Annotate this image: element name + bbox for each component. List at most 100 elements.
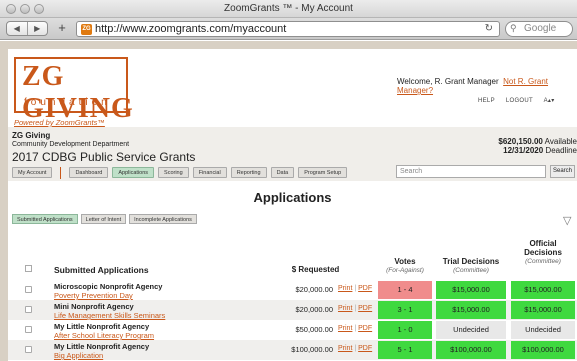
row-links: Print | PDF (338, 345, 372, 352)
welcome-text: Welcome, R. Grant Manager (397, 77, 499, 86)
row-trial-decision[interactable]: $100,000.00 (436, 341, 506, 359)
filter-icon[interactable]: ▽ (563, 214, 571, 227)
new-tab-button[interactable]: + (55, 21, 69, 36)
table-row: Microscopic Nonprofit Agency Poverty Prev… (8, 280, 577, 300)
pdf-link[interactable]: PDF (358, 325, 372, 332)
row-checkbox[interactable] (25, 286, 32, 293)
table-row: Mini Nonprofit Agency Life Management Ski… (8, 300, 577, 320)
zg-giving-logo[interactable]: ZG GIVING foundation (14, 57, 133, 124)
row-links: Print | PDF (338, 325, 372, 332)
available-amount: $620,150.00 (498, 137, 543, 146)
deadline-label: Deadline (545, 146, 577, 155)
available-funds: $620,150.00 Available (498, 137, 577, 146)
tab-applications[interactable]: Applications (112, 167, 155, 178)
col-official-sub: (Committee) (525, 258, 561, 265)
print-link[interactable]: Print (338, 325, 352, 332)
url-text[interactable]: http://www.zoomgrants.com/myaccount (95, 23, 286, 35)
link-separator: | (354, 285, 357, 292)
logo-main-text: ZG GIVING (22, 61, 134, 124)
window-titlebar: ZoomGrants ™ - My Account (0, 0, 577, 18)
row-project-link[interactable]: Life Management Skills Seminars (54, 311, 165, 320)
row-project-link[interactable]: Poverty Prevention Day (54, 291, 133, 300)
row-votes[interactable]: 3 - 1 (378, 301, 432, 319)
print-link[interactable]: Print (338, 345, 352, 352)
tab-scoring[interactable]: Scoring (158, 167, 189, 178)
site-header: ZG GIVING foundation Powered by ZoomGran… (8, 49, 577, 127)
row-project-link[interactable]: Big Application (54, 351, 103, 360)
logout-link[interactable]: LOGOUT (506, 98, 533, 104)
row-links: Print | PDF (338, 305, 372, 312)
col-trial-decisions[interactable]: Trial Decisions (433, 257, 509, 266)
nav-buttons: ◀ ▶ (6, 21, 48, 36)
tab-reporting[interactable]: Reporting (230, 167, 267, 178)
print-link[interactable]: Print (338, 285, 352, 292)
row-amount: $50,000.00 (295, 325, 333, 334)
row-checkbox[interactable] (25, 326, 32, 333)
tab-financial[interactable]: Financial (192, 167, 227, 178)
subtab-submitted[interactable]: Submitted Applications (12, 214, 78, 224)
font-size-toggle[interactable]: A▴▾ (544, 98, 555, 104)
program-title: 2017 CDBG Public Service Grants (12, 150, 196, 164)
page-title: Applications (253, 190, 332, 205)
tab-dashboard[interactable]: Dashboard (69, 167, 109, 178)
available-label: Available (544, 137, 577, 146)
row-official-decision[interactable]: $15,000.00 (511, 301, 575, 319)
forward-icon[interactable]: ▶ (26, 22, 48, 35)
row-checkbox[interactable] (25, 346, 32, 353)
row-org-name: My Little Nonprofit Agency (54, 322, 150, 331)
tab-program-setup[interactable]: Program Setup (298, 167, 348, 178)
site-search-input[interactable]: Search (396, 165, 546, 178)
col-submitted-applications[interactable]: Submitted Applications (54, 265, 149, 275)
main-nav-tabs: My Account Dashboard Applications Scorin… (12, 167, 348, 179)
tab-data[interactable]: Data (270, 167, 295, 178)
window-title: ZoomGrants ™ - My Account (224, 3, 353, 14)
address-bar[interactable]: ZG http://www.zoomgrants.com/myaccount ↻ (76, 21, 500, 37)
reload-icon[interactable]: ↻ (485, 23, 493, 34)
col-official-2[interactable]: Decisions (510, 248, 576, 257)
row-checkbox[interactable] (25, 306, 32, 313)
application-subtabs: Submitted Applications Letter of Intent … (12, 214, 197, 224)
tab-separator (60, 167, 62, 179)
favicon-icon: ZG (81, 24, 92, 35)
col-official-1[interactable]: Official (510, 239, 576, 248)
row-votes[interactable]: 1 - 4 (378, 281, 432, 299)
welcome-message: Welcome, R. Grant Manager Not R. Grant M… (397, 77, 577, 95)
row-votes[interactable]: 1 - 0 (378, 321, 432, 339)
row-trial-decision[interactable]: $15,000.00 (436, 281, 506, 299)
row-official-decision[interactable]: $15,000.00 (511, 281, 575, 299)
link-separator: | (354, 325, 357, 332)
row-org-name: My Little Nonprofit Agency (54, 342, 150, 351)
powered-by-link[interactable]: Powered by ZoomGrants™ (14, 118, 105, 127)
site-search-button[interactable]: Search (550, 165, 575, 178)
tab-my-account[interactable]: My Account (12, 167, 53, 178)
browser-toolbar: ◀ ▶ + ZG http://www.zoomgrants.com/myacc… (0, 18, 577, 40)
row-project-link[interactable]: After School Literacy Program (54, 331, 154, 340)
help-link[interactable]: HELP (478, 98, 495, 104)
row-official-decision[interactable]: $100,000.00 (511, 341, 575, 359)
row-trial-decision[interactable]: Undecided (436, 321, 506, 339)
pdf-link[interactable]: PDF (358, 345, 372, 352)
subtab-incomplete[interactable]: Incomplete Applications (129, 214, 197, 224)
utility-links: HELP LOGOUT A▴▾ (478, 97, 564, 104)
back-icon[interactable]: ◀ (7, 22, 27, 35)
col-votes-sub: (For-Against) (386, 267, 424, 274)
pdf-link[interactable]: PDF (358, 305, 372, 312)
row-amount: $100,000.00 (291, 345, 333, 354)
print-link[interactable]: Print (338, 305, 352, 312)
col-votes[interactable]: Votes (378, 257, 432, 266)
row-votes[interactable]: 5 - 1 (378, 341, 432, 359)
pdf-link[interactable]: PDF (358, 285, 372, 292)
link-separator: | (354, 305, 357, 312)
row-org-name: Microscopic Nonprofit Agency (54, 282, 163, 291)
deadline: 12/31/2020 Deadline (503, 146, 577, 155)
select-all-checkbox[interactable] (25, 265, 32, 272)
browser-search-box[interactable]: ⚲ Google (505, 21, 573, 37)
row-official-decision[interactable]: Undecided (511, 321, 575, 339)
col-requested[interactable]: $ Requested (278, 265, 353, 274)
org-name: ZG Giving (12, 131, 51, 140)
row-amount: $20,000.00 (295, 305, 333, 314)
subtab-letter-of-intent[interactable]: Letter of Intent (80, 214, 127, 224)
row-trial-decision[interactable]: $15,000.00 (436, 301, 506, 319)
page-background: ZG GIVING foundation Powered by ZoomGran… (0, 41, 577, 361)
row-amount: $20,000.00 (295, 285, 333, 294)
